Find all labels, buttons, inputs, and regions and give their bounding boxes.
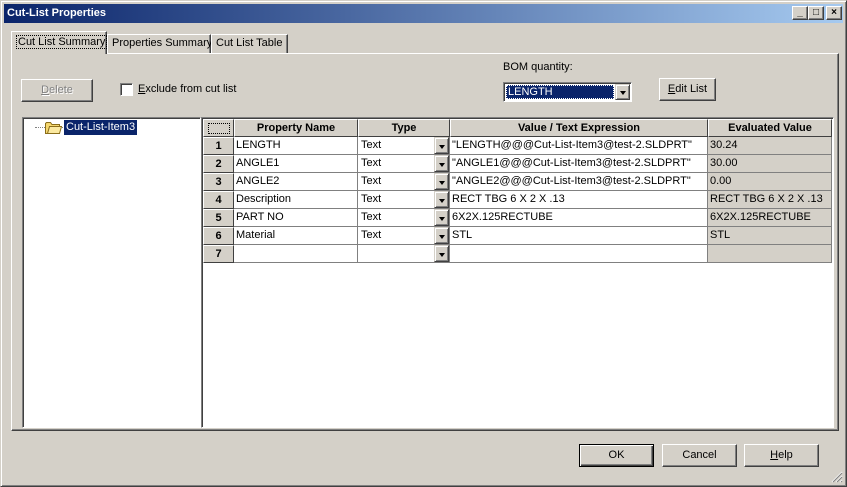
property-name-cell[interactable]: LENGTH [234,137,358,155]
type-cell[interactable]: Text [358,191,450,209]
bom-quantity-select[interactable]: LENGTH [503,82,632,102]
window-title: Cut-List Properties [7,7,107,19]
property-name-cell[interactable]: PART NO [234,209,358,227]
bom-quantity-label: BOM quantity: [503,61,573,73]
property-name-cell[interactable]: ANGLE2 [234,173,358,191]
type-cell[interactable]: Text [358,155,450,173]
column-header-value[interactable]: Value / Text Expression [450,119,708,137]
property-name-cell[interactable]: Description [234,191,358,209]
chevron-down-icon[interactable] [434,245,449,262]
delete-button[interactable]: Delete [21,79,93,102]
column-header-property-name[interactable]: Property Name [234,119,358,137]
property-name-cell[interactable]: Material [234,227,358,245]
tree-item-cut-list-item3[interactable]: Cut-List-Item3 [64,120,138,135]
value-cell[interactable]: "LENGTH@@@Cut-List-Item3@test-2.SLDPRT" [450,137,708,155]
chevron-down-icon[interactable] [434,191,449,208]
type-cell[interactable]: Text [358,227,450,245]
exclude-from-cut-list-checkbox[interactable] [120,83,133,96]
edit-list-button[interactable]: Edit List [659,78,716,101]
row-number[interactable]: 6 [203,227,234,245]
evaluated-value-cell: 6X2X.125RECTUBE [708,209,832,227]
minimize-icon: _ [797,7,803,18]
type-cell[interactable] [358,245,450,263]
evaluated-value-cell: STL [708,227,832,245]
chevron-down-icon[interactable] [434,227,449,244]
type-cell[interactable]: Text [358,173,450,191]
tab-cut-list-table[interactable]: Cut List Table [211,34,288,53]
evaluated-value-cell: RECT TBG 6 X 2 X .13 [708,191,832,209]
folder-icon [45,122,62,134]
type-cell[interactable]: Text [358,209,450,227]
value-cell[interactable]: "ANGLE2@@@Cut-List-Item3@test-2.SLDPRT" [450,173,708,191]
evaluated-value-cell: 0.00 [708,173,832,191]
value-cell[interactable]: STL [450,227,708,245]
chevron-down-icon[interactable] [434,137,449,154]
tab-properties-summary[interactable]: Properties Summary [107,34,212,53]
value-cell[interactable]: "ANGLE1@@@Cut-List-Item3@test-2.SLDPRT" [450,155,708,173]
exclude-from-cut-list-label[interactable]: Exclude from cut list [138,83,236,95]
title-bar[interactable]: Cut-List Properties _ □ × [4,4,843,23]
evaluated-value-cell [708,245,832,263]
bom-quantity-value: LENGTH [506,85,614,99]
help-button[interactable]: Help [744,444,819,467]
property-name-cell[interactable]: ANGLE1 [234,155,358,173]
close-icon: × [831,7,837,18]
chevron-down-icon[interactable] [434,155,449,172]
grid-corner[interactable] [203,119,234,137]
chevron-down-icon[interactable] [615,84,630,100]
value-cell[interactable] [450,245,708,263]
resize-grip-icon[interactable] [831,471,843,483]
properties-grid: Property Name Type Value / Text Expressi… [201,117,834,428]
row-number[interactable]: 5 [203,209,234,227]
type-cell[interactable]: Text [358,137,450,155]
value-cell[interactable]: RECT TBG 6 X 2 X .13 [450,191,708,209]
row-number[interactable]: 7 [203,245,234,263]
row-number[interactable]: 3 [203,173,234,191]
value-cell[interactable]: 6X2X.125RECTUBE [450,209,708,227]
maximize-icon: □ [812,7,820,18]
cancel-button[interactable]: Cancel [662,444,737,467]
row-number[interactable]: 1 [203,137,234,155]
property-name-cell[interactable] [234,245,358,263]
row-number[interactable]: 2 [203,155,234,173]
tab-cut-list-summary[interactable]: Cut List Summary [11,31,108,54]
chevron-down-icon[interactable] [434,209,449,226]
cut-list-properties-dialog: Cut-List Properties _ □ × Cut List Summa… [0,0,847,487]
close-button[interactable]: × [826,6,842,20]
ok-button[interactable]: OK [579,444,654,467]
column-header-type[interactable]: Type [358,119,450,137]
column-header-evaluated-value[interactable]: Evaluated Value [708,119,832,137]
row-number[interactable]: 4 [203,191,234,209]
cut-list-tree[interactable]: Cut-List-Item3 [22,117,201,428]
maximize-button[interactable]: □ [808,6,824,20]
evaluated-value-cell: 30.24 [708,137,832,155]
evaluated-value-cell: 30.00 [708,155,832,173]
chevron-down-icon[interactable] [434,173,449,190]
minimize-button[interactable]: _ [792,6,808,20]
